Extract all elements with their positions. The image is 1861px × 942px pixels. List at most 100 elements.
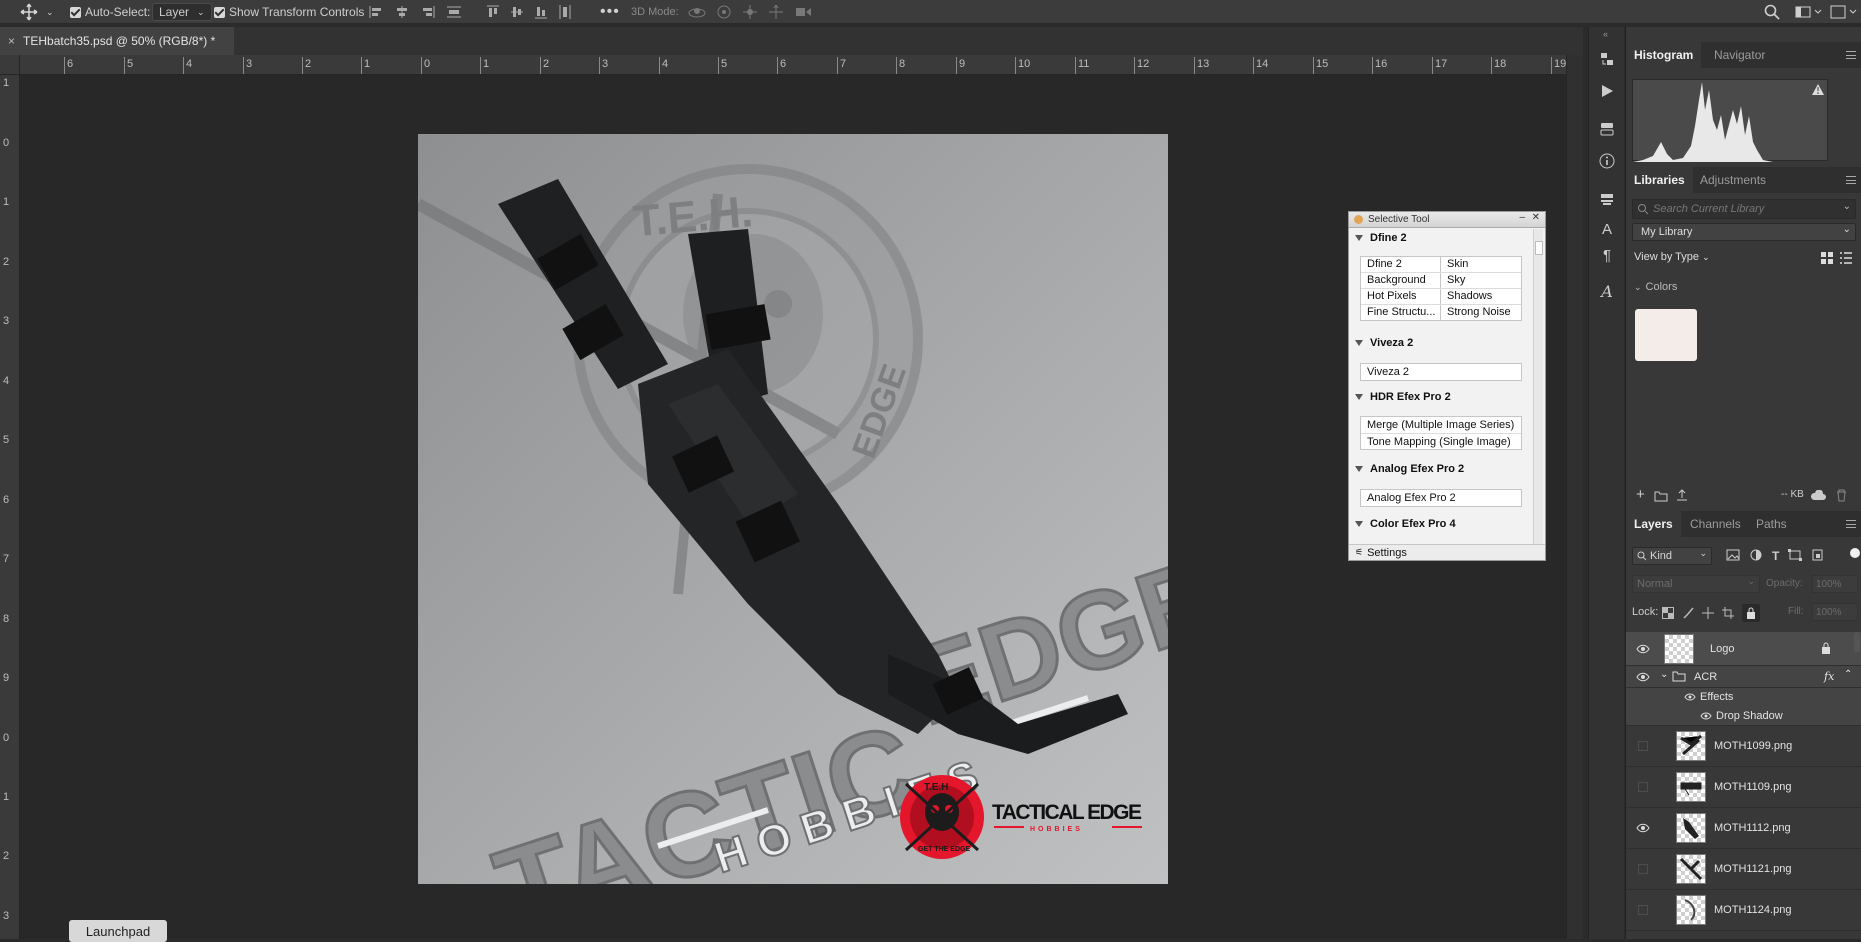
align-top-icon[interactable] <box>486 4 500 20</box>
clone-source-icon[interactable] <box>1597 189 1617 209</box>
layer-row[interactable]: MOTH1112.png <box>1626 808 1861 849</box>
layer-name[interactable]: Logo <box>1710 643 1734 655</box>
layer-row[interactable]: MOTH1109.png <box>1626 767 1861 808</box>
lock-artboard-icon[interactable] <box>1722 607 1734 619</box>
eye-icon[interactable] <box>1700 711 1712 721</box>
hdr-item[interactable]: Merge (Multiple Image Series) <box>1367 419 1514 431</box>
smart-object-filter-icon[interactable] <box>1811 549 1825 561</box>
fx-icon[interactable]: fx <box>1824 670 1834 683</box>
view-by-dropdown[interactable]: View by Type ⌄ <box>1634 251 1710 263</box>
history-icon[interactable] <box>1597 49 1617 69</box>
settings-link[interactable]: Settings <box>1367 547 1407 559</box>
layers-scrollbar[interactable] <box>1854 632 1860 652</box>
section-hdr-efex[interactable]: HDR Efex Pro 2 <box>1355 391 1451 403</box>
dfine-item[interactable]: Background <box>1367 274 1439 286</box>
actions-play-icon[interactable] <box>1597 81 1617 101</box>
section-color-efex[interactable]: Color Efex Pro 4 <box>1355 518 1456 530</box>
align-right-icon[interactable] <box>420 5 436 19</box>
layer-effect-drop-shadow[interactable]: Drop Shadow <box>1626 707 1861 726</box>
chevron-up-icon[interactable]: ⌃ <box>1844 669 1852 680</box>
show-transform-checkbox[interactable]: Show Transform Controls <box>214 3 364 21</box>
visibility-toggle[interactable] <box>1638 864 1648 874</box>
info-icon[interactable] <box>1597 151 1617 171</box>
lock-all-icon[interactable] <box>1742 604 1760 622</box>
roll-3d-icon[interactable] <box>716 4 732 20</box>
pan-3d-icon[interactable] <box>742 4 758 20</box>
visibility-toggle[interactable] <box>1638 741 1648 751</box>
fill-input[interactable]: 100% <box>1812 603 1858 621</box>
minimize-icon[interactable]: – <box>1519 212 1525 223</box>
tab-histogram[interactable]: Histogram <box>1626 42 1702 68</box>
panel-menu-icon[interactable] <box>1846 520 1856 528</box>
eye-icon[interactable] <box>1636 822 1650 834</box>
eye-icon[interactable] <box>1684 692 1696 702</box>
shape-filter-icon[interactable] <box>1788 549 1803 561</box>
chevron-down-icon[interactable]: ⌄ <box>1843 201 1851 212</box>
layer-name[interactable]: MOTH1109.png <box>1714 781 1791 793</box>
type-filter-icon[interactable]: T <box>1772 549 1779 563</box>
chevron-down-icon[interactable]: ⌄ <box>46 7 54 18</box>
close-icon[interactable]: ✕ <box>1532 212 1540 223</box>
group-name[interactable]: ACR <box>1694 671 1717 683</box>
settings-icon[interactable]: ⚟ <box>1355 547 1363 558</box>
plugin-titlebar[interactable]: Selective Tool – ✕ <box>1349 212 1545 228</box>
workspace-icon[interactable] <box>1795 3 1823 21</box>
layer-name[interactable]: MOTH1124.png <box>1714 904 1791 916</box>
close-icon[interactable]: × <box>8 34 15 48</box>
collapse-icon[interactable]: « <box>1603 29 1608 39</box>
grid-view-icon[interactable] <box>1821 252 1833 264</box>
checkbox-checked-icon[interactable] <box>214 6 225 18</box>
paragraph-icon[interactable]: ¶ <box>1597 245 1617 265</box>
chevron-down-icon[interactable]: ⌄ <box>1660 669 1668 680</box>
ruler-origin[interactable] <box>0 55 20 75</box>
upload-icon[interactable] <box>1676 489 1688 502</box>
dfine-item[interactable]: Dfine 2 <box>1367 258 1439 270</box>
scale-3d-icon[interactable] <box>794 4 812 20</box>
document-tab[interactable]: × TEHbatch35.psd @ 50% (RGB/8*) * <box>0 27 234 55</box>
layer-row-acr-group[interactable]: ⌄ ACR fx ⌃ <box>1626 666 1861 688</box>
vertical-scrollbar[interactable] <box>1566 55 1583 939</box>
viveza-item[interactable]: Viveza 2 <box>1367 366 1409 378</box>
folder-icon[interactable] <box>1654 490 1668 502</box>
dfine-item[interactable]: Skin <box>1447 258 1519 270</box>
checkbox-checked-icon[interactable] <box>70 6 81 18</box>
orbit-3d-icon[interactable] <box>688 4 706 20</box>
align-bottom-icon[interactable] <box>534 4 548 20</box>
section-viveza[interactable]: Viveza 2 <box>1355 337 1413 349</box>
library-search[interactable]: Search Current Library ⌄ <box>1632 199 1856 219</box>
tab-layers[interactable]: Layers <box>1626 511 1681 537</box>
visibility-toggle[interactable] <box>1638 782 1648 792</box>
color-swatch[interactable] <box>1635 309 1697 361</box>
list-view-icon[interactable] <box>1840 252 1852 264</box>
opacity-input[interactable]: 100% <box>1812 575 1858 593</box>
scroll-thumb[interactable] <box>1535 241 1543 255</box>
blend-mode-select[interactable]: Normal ⌄ <box>1632 575 1760 593</box>
visibility-toggle[interactable] <box>1638 905 1648 915</box>
tab-adjustments[interactable]: Adjustments <box>1692 167 1774 193</box>
lock-transparent-icon[interactable] <box>1662 607 1674 619</box>
layer-row[interactable]: MOTH1124.png <box>1626 890 1861 931</box>
layer-row[interactable]: MOTH1099.png <box>1626 726 1861 767</box>
character-icon[interactable]: A <box>1597 219 1617 239</box>
analog-item[interactable]: Analog Efex Pro 2 <box>1367 492 1456 504</box>
layer-name[interactable]: MOTH1121.png <box>1714 863 1791 875</box>
layer-name[interactable]: MOTH1112.png <box>1714 822 1791 834</box>
align-left-icon[interactable] <box>368 5 384 19</box>
cloud-icon[interactable] <box>1810 490 1826 501</box>
tab-paths[interactable]: Paths <box>1748 511 1795 537</box>
dfine-item[interactable]: Strong Noise <box>1447 306 1519 318</box>
more-options-icon[interactable]: ••• <box>600 3 620 21</box>
dfine-item[interactable]: Sky <box>1447 274 1519 286</box>
adjustment-filter-icon[interactable] <box>1749 549 1763 561</box>
layer-row[interactable]: MOTH1121.png <box>1626 849 1861 890</box>
slide-3d-icon[interactable] <box>768 4 784 20</box>
lock-position-icon[interactable] <box>1702 607 1714 619</box>
panel-menu-icon[interactable] <box>1846 51 1856 59</box>
section-dfine[interactable]: Dfine 2 <box>1355 232 1407 244</box>
distribute-icon[interactable] <box>446 5 462 19</box>
dfine-item[interactable]: Hot Pixels <box>1367 290 1439 302</box>
hdr-item[interactable]: Tone Mapping (Single Image) <box>1367 436 1511 448</box>
align-center-h-icon[interactable] <box>394 5 410 19</box>
section-analog-efex[interactable]: Analog Efex Pro 2 <box>1355 463 1464 475</box>
share-icon[interactable] <box>1830 3 1858 21</box>
